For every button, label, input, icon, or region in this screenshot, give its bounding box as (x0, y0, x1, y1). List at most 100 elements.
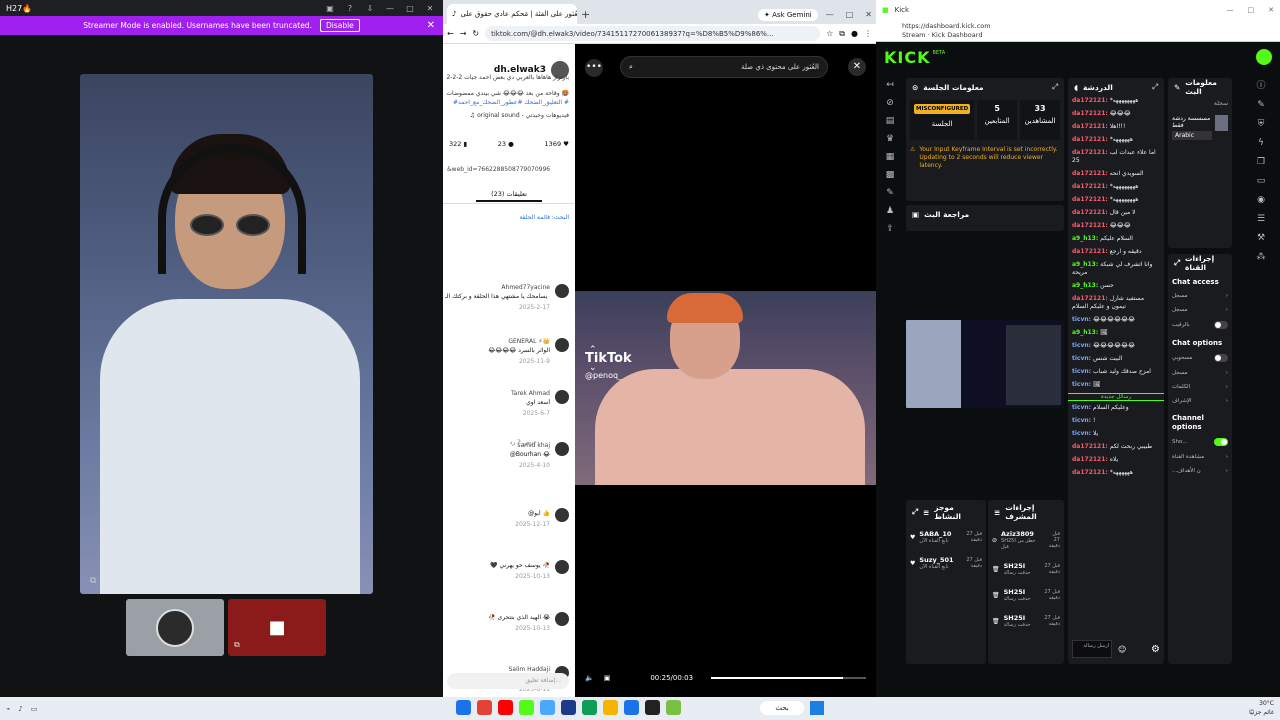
chat-username[interactable]: ticvn: (1072, 381, 1091, 388)
collapse-icon[interactable]: ↤ (886, 80, 894, 90)
chat-username[interactable]: ticvn: (1072, 404, 1091, 411)
mod-action-row[interactable]: 🗑 SH25I حذفت رسالة قبل 27 دقيقة (988, 608, 1064, 634)
chat-username[interactable]: da172121: (1072, 123, 1108, 130)
option-row[interactable]: مسجل › (1168, 366, 1232, 380)
option-row[interactable]: مسجل › (1168, 303, 1232, 317)
taskbar-app-icon[interactable] (561, 700, 576, 715)
video-frame[interactable]: ⌃ ⌄ TikTok @penoq_ (575, 291, 876, 485)
shield-icon[interactable]: ⛨ (1258, 119, 1265, 129)
mod-action-row[interactable]: 🗑 SH25I حذفت رسالة قبل 27 دقيقة (988, 582, 1064, 608)
volume-icon[interactable]: ♪ (18, 705, 22, 713)
show-toggle-row[interactable]: Sho... (1168, 434, 1232, 450)
chat-input[interactable]: ارسل رسالة (1072, 640, 1112, 658)
taskbar-search[interactable]: بحث (760, 701, 804, 715)
video-player[interactable]: ••• ⌕ العُثور على محتوى ذي صلة ✕ ⌃ ⌄ TikT… (575, 44, 876, 697)
address-bar[interactable]: tiktok.com/@dh.elwak3/video/734151172700… (485, 26, 821, 41)
option-row[interactable]: بالرقيب (1168, 317, 1232, 333)
sound-link[interactable]: ♫ original sound - فيديوهات وحيدتي (470, 112, 569, 119)
search-input[interactable]: العُثور على محتوى ذي صلة (639, 63, 819, 71)
link-icon[interactable]: ⊘ (886, 98, 894, 108)
wrench-icon[interactable]: ✎ (886, 188, 894, 198)
kick-logo[interactable]: KICK (884, 48, 931, 67)
disable-button[interactable]: Disable (319, 19, 360, 32)
comment-input[interactable]: إضافة تعليق... (447, 673, 569, 689)
chat-message[interactable]: ticvn: 🖼 (1068, 380, 1164, 390)
chat-message[interactable]: da172121: *ههههههه (1068, 135, 1164, 145)
taskbar-app-icon[interactable] (582, 700, 597, 715)
participant-tile-avatar[interactable] (126, 599, 224, 656)
chat-username[interactable]: da172121: (1072, 209, 1108, 216)
maximize-icon[interactable]: □ (846, 10, 854, 19)
progress-bar[interactable] (711, 677, 866, 679)
chat-username[interactable]: da172121: (1072, 295, 1108, 302)
chat-username[interactable]: ticvn: (1072, 368, 1091, 375)
chat-username[interactable]: ticvn: (1072, 417, 1091, 424)
stats-icon[interactable]: ▤ (886, 116, 895, 126)
profile-avatar[interactable] (1256, 49, 1272, 65)
info-icon[interactable]: ⓘ (1256, 78, 1265, 91)
view-replies-link[interactable]: عرض 2 رد (510, 439, 537, 446)
chat-message[interactable]: da172121: *ههههههههه (1068, 195, 1164, 205)
inbox-icon[interactable]: ▣ (323, 4, 337, 13)
stream-category[interactable]: مسسسة ردشة فقط Arabic (1168, 111, 1232, 144)
chat-username[interactable]: da172121: (1072, 248, 1108, 255)
commenter-avatar[interactable] (555, 390, 569, 404)
filter-icon[interactable]: ≡ (994, 508, 1000, 517)
expand-icon[interactable]: ⤢ (1152, 82, 1158, 92)
commenter-avatar[interactable] (555, 560, 569, 574)
webcam-video[interactable] (80, 74, 373, 594)
volume-icon[interactable]: 🔈 (585, 674, 594, 682)
weather-widget[interactable]: 30°C غائم جزئيًا (1249, 699, 1274, 717)
chat-username[interactable]: da172121: (1072, 183, 1108, 190)
chat-message[interactable]: ticvn: 😂😂😂😂😂😂 (1068, 341, 1164, 351)
chat-message[interactable]: ticvn: امزح صدقك وليد شباب (1068, 367, 1164, 377)
maximize-icon[interactable]: □ (403, 4, 417, 13)
taskbar-app-icon[interactable] (603, 700, 618, 715)
chat-message[interactable]: da172121: مستفيد شارل تيمون و عليكم السل… (1068, 294, 1164, 312)
stream-review-panel[interactable]: ▣ مراجعة البث (906, 205, 1064, 231)
chat-message[interactable]: da172121: دقيقه و ارجع (1068, 247, 1164, 257)
chat-username[interactable]: da172121: (1072, 149, 1108, 156)
option-row[interactable]: مسحوبي (1168, 350, 1232, 366)
commenter-name[interactable]: Ahmed77yacine (445, 284, 550, 291)
chat-message[interactable]: da172121: *ههههههههه (1068, 96, 1164, 106)
ask-gemini-button[interactable]: ✦ Ask Gemini (758, 9, 818, 21)
chat-message[interactable]: a9_h13: 🖼 (1068, 328, 1164, 338)
list-icon[interactable]: ☰ (1257, 214, 1265, 224)
video-id-link[interactable]: &web_id=7662288508779070996 (447, 166, 550, 173)
popout-icon[interactable]: ⧉ (234, 640, 240, 650)
chat-username[interactable]: ticvn: (1072, 355, 1091, 362)
chat-username[interactable]: a9_h13: (1072, 261, 1098, 268)
chat-message[interactable]: a9_h13: حسن (1068, 281, 1164, 291)
upload-icon[interactable]: ⇪ (886, 224, 894, 234)
close-icon[interactable]: ✕ (1268, 6, 1274, 14)
edit-icon[interactable]: ✎ (1174, 83, 1180, 92)
broadcast-icon[interactable]: ◉ (1257, 195, 1265, 205)
activity-row[interactable]: ♥ Suzy_501 تابع القناة الآن قبل 27 دقيقة (906, 550, 986, 576)
battery-icon[interactable]: ▭ (31, 705, 38, 713)
captions-icon[interactable]: ▣ (604, 674, 611, 682)
chat-message[interactable]: da172121: لا مين قال (1068, 208, 1164, 218)
chat-message[interactable]: da172121: 😂😂😂 (1068, 221, 1164, 231)
comment-item[interactable]: @أبو 👍 2025-12-17 (445, 508, 569, 528)
comment-item[interactable]: GENERAL ⚡👑 😂😂😂😂 الواثر بالسرد 2025-11-9 (445, 338, 569, 365)
start-button[interactable] (810, 701, 824, 715)
minimize-icon[interactable]: — (383, 4, 397, 13)
commenter-avatar[interactable] (555, 442, 569, 456)
chat-username[interactable]: a9_h13: (1072, 235, 1098, 242)
back-icon[interactable]: ← (447, 29, 454, 38)
info-icon[interactable]: ⊙ (912, 83, 918, 92)
chat-username[interactable]: ticvn: (1072, 316, 1091, 323)
chat-message[interactable]: ticvn: وعليكم السلام (1068, 403, 1164, 413)
chat-message[interactable]: da172121: *ههههههههه (1068, 182, 1164, 192)
extensions-icon[interactable]: ⧉ (839, 29, 845, 39)
new-tab-icon[interactable]: + (581, 8, 590, 21)
comment-item[interactable]: samid khaj @Bourhan 😂 2025-4-10 (445, 442, 569, 469)
popout-icon[interactable]: ⧉ (90, 576, 96, 586)
chat-username[interactable]: da172121: (1072, 170, 1108, 177)
option-row[interactable]: مشاهدة القناة › (1168, 450, 1232, 464)
star-icon[interactable]: ☆ (826, 29, 833, 38)
expand-icon[interactable]: ⤢ (1174, 258, 1180, 268)
toggle-off[interactable] (1214, 354, 1228, 362)
emoji-icon[interactable]: ☺ (1118, 645, 1126, 654)
